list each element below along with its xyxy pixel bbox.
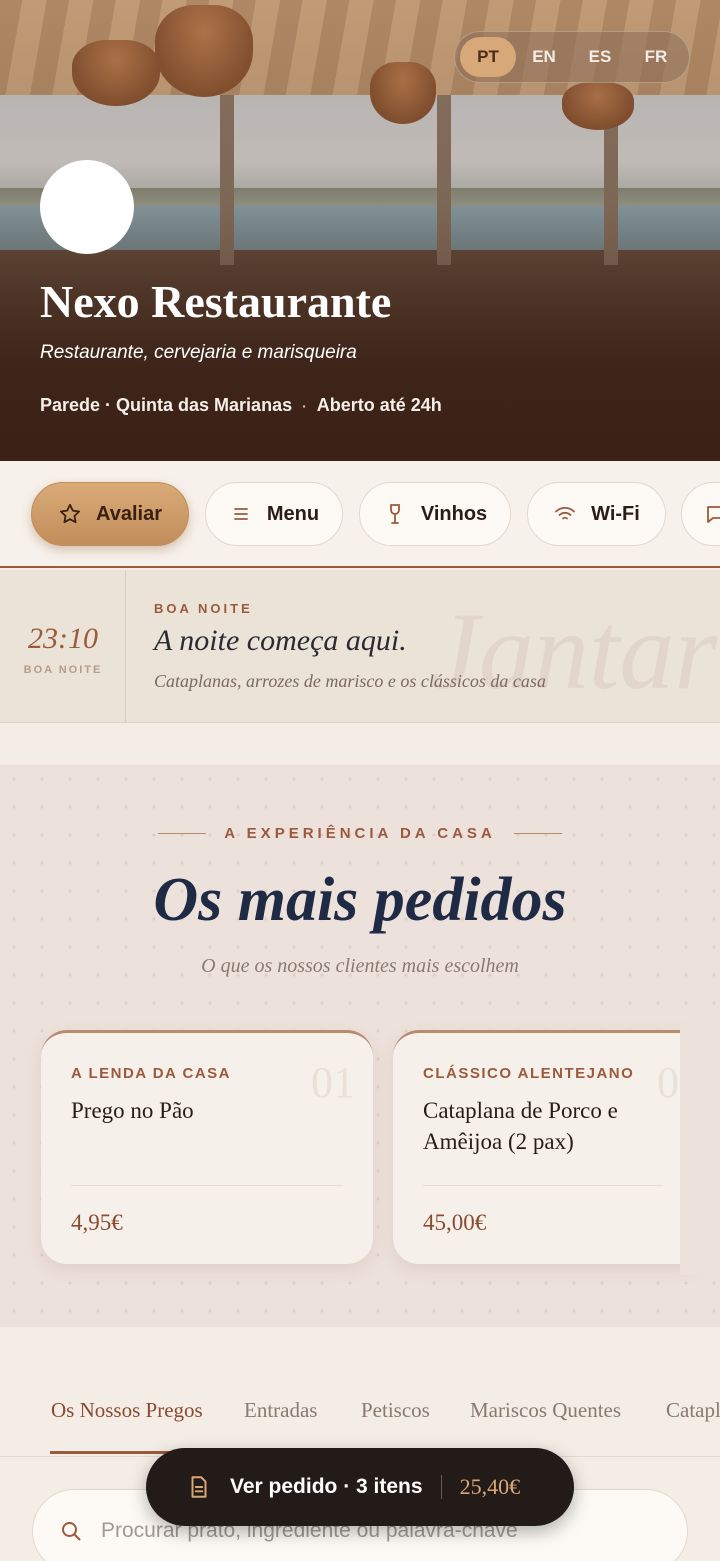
dish-price: 45,00€ [423, 1210, 487, 1235]
menu-icon [233, 508, 248, 520]
language-option-pt[interactable]: PT [460, 37, 516, 77]
time-of-day-label: BOA NOITE [23, 664, 103, 676]
tab-os-nossos-pregos[interactable]: Os Nossos Pregos [51, 1398, 203, 1423]
wine-glass-icon [389, 504, 400, 524]
greeting-headline: A noite começa aqui. [154, 624, 407, 657]
featured-dish-card[interactable]: 02 CLÁSSICO ALENTEJANO Cataplana de Porc… [393, 1030, 693, 1264]
dish-name: Prego no Pão [71, 1098, 194, 1123]
wines-button[interactable]: Vinhos [359, 482, 511, 546]
current-time: 23:10 [28, 622, 98, 655]
divider [440, 1475, 442, 1499]
wifi-button[interactable]: Wi-Fi [527, 482, 666, 546]
rate-button-label: Avaliar [96, 502, 162, 525]
language-option-es[interactable]: ES [572, 37, 628, 77]
dish-name: Cataplana de Porco e Amêijoa (2 pax) [423, 1098, 618, 1154]
meta-separator: · [302, 397, 307, 414]
category-tabs: Os Nossos Pregos Entradas Petiscos Maris… [0, 1327, 720, 1457]
featured-section: A EXPERIÊNCIA DA CASA Os mais pedidos O … [0, 765, 720, 1327]
menu-button[interactable]: Menu [205, 482, 343, 546]
divider [71, 1185, 343, 1186]
hero-banner: PT EN ES FR Nexo Restaurante Restaurante… [0, 0, 720, 461]
view-order-button[interactable]: Ver pedido · 3 itens 25,40€ [146, 1448, 574, 1526]
dish-price: 4,95€ [71, 1210, 123, 1235]
restaurant-hours: Aberto até 24h [316, 395, 442, 415]
tab-cataplanas[interactable]: Cataplanas [666, 1398, 720, 1423]
restaurant-location: Parede · Quinta das Marianas [40, 395, 293, 415]
tab-entradas[interactable]: Entradas [244, 1398, 317, 1423]
greeting-description: Cataplanas, arrozes de marisco e os clás… [154, 671, 546, 691]
divider [513, 832, 562, 835]
rate-button[interactable]: Avaliar [31, 482, 189, 546]
section-subtitle: O que os nossos clientes mais escolhem [201, 955, 519, 977]
section-eyebrow: A EXPERIÊNCIA DA CASA [0, 825, 720, 842]
featured-dish-card[interactable]: 01 A LENDA DA CASA Prego no Pão 4,95€ [41, 1030, 373, 1264]
wifi-icon [555, 507, 576, 520]
restaurant-meta: Parede · Quinta das Marianas · Aberto at… [40, 395, 442, 416]
section-eyebrow-text: A EXPERIÊNCIA DA CASA [224, 825, 496, 842]
greeting-kicker: BOA NOITE [154, 601, 253, 616]
dish-category: A LENDA DA CASA [71, 1065, 231, 1082]
language-switcher: PT EN ES FR [454, 31, 690, 83]
banner-watermark: Jantar [430, 590, 718, 712]
menu-button-label: Menu [266, 502, 320, 525]
language-option-en[interactable]: EN [516, 37, 572, 77]
quick-actions-bar: Avaliar Menu Vinhos Wi-Fi [0, 461, 720, 568]
active-tab-indicator [50, 1451, 170, 1454]
greeting-banner: Jantar 23:10 BOA NOITE BOA NOITE A noite… [0, 570, 720, 723]
tab-petiscos[interactable]: Petiscos [361, 1398, 430, 1423]
restaurant-tagline: Restaurante, cervejaria e marisqueira [40, 342, 357, 363]
language-option-fr[interactable]: FR [628, 37, 684, 77]
divider [423, 1185, 663, 1186]
chat-button[interactable] [681, 482, 720, 546]
restaurant-logo [40, 160, 134, 254]
dish-category: CLÁSSICO ALENTEJANO [423, 1065, 635, 1082]
star-icon [60, 503, 81, 524]
section-title: Os mais pedidos [153, 866, 567, 934]
order-total: 25,40€ [459, 1474, 521, 1499]
restaurant-name: Nexo Restaurante [40, 276, 392, 327]
wifi-button-label: Wi-Fi [591, 502, 640, 525]
clock-panel: 23:10 BOA NOITE [0, 570, 126, 722]
wines-button-label: Vinhos [420, 502, 488, 525]
receipt-icon [191, 1476, 207, 1498]
divider [158, 832, 207, 835]
chat-bubble-icon [707, 506, 720, 523]
order-label: Ver pedido · 3 itens [230, 1475, 423, 1498]
search-icon [62, 1522, 81, 1541]
tab-mariscos-quentes[interactable]: Mariscos Quentes [470, 1398, 621, 1423]
